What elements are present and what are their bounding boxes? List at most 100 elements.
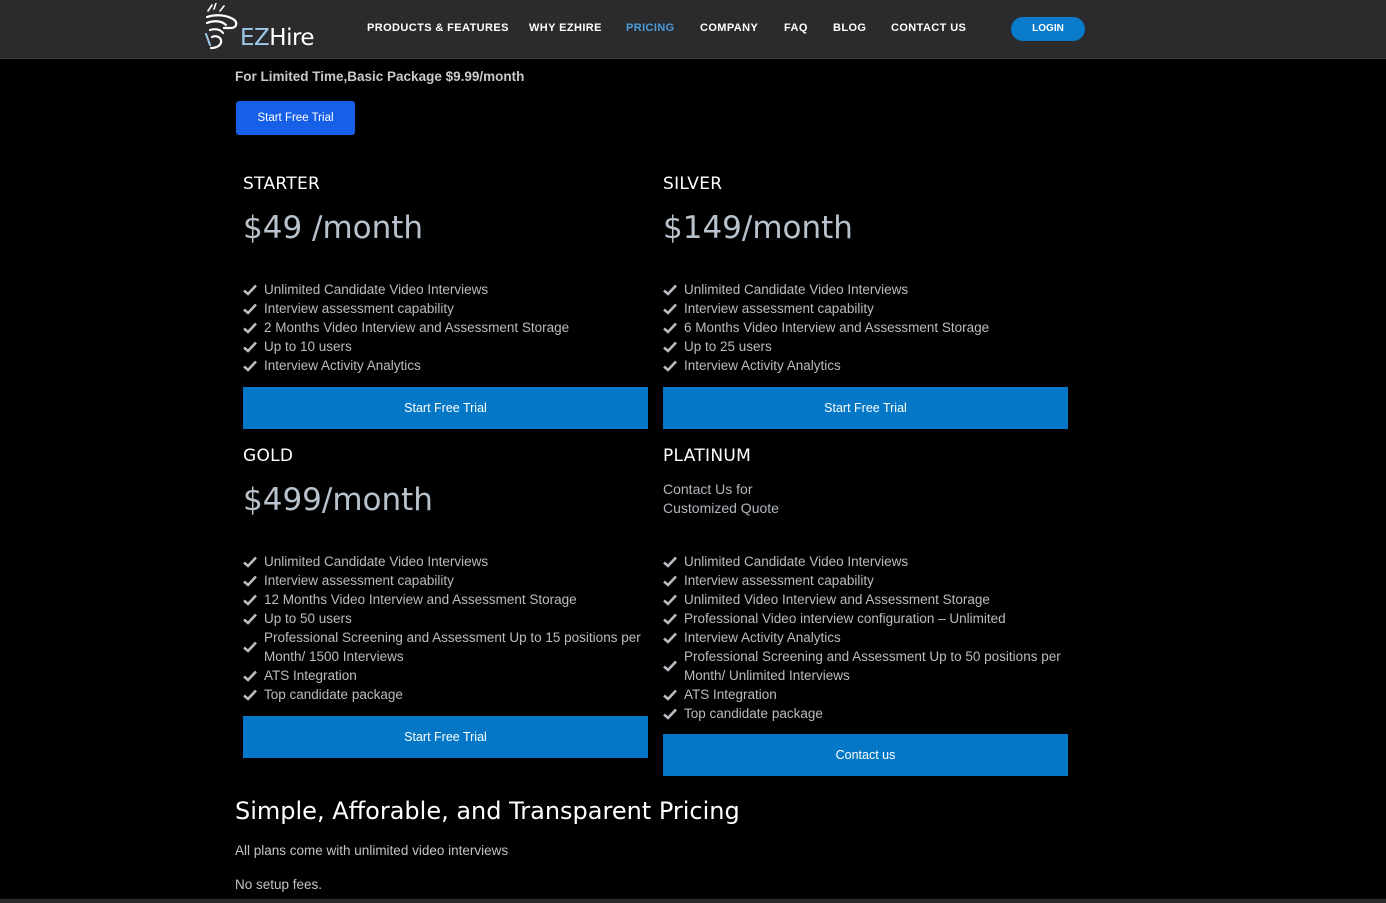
feature-item: 2 Months Video Interview and Assessment … — [243, 318, 648, 337]
nav-contact-us[interactable]: CONTACT US — [891, 22, 966, 34]
feature-item: ATS Integration — [663, 685, 1068, 704]
feature-item: 12 Months Video Interview and Assessment… — [243, 590, 648, 609]
quote-line: Customized Quote — [663, 500, 779, 516]
feature-text: Interview Activity Analytics — [264, 358, 421, 373]
nav-pricing[interactable]: PRICING — [626, 22, 675, 34]
plan-card-silver: SILVER $149/month Unlimited Candidate Vi… — [663, 174, 1068, 375]
check-icon — [243, 641, 264, 653]
promo-text: For Limited Time,Basic Package $9.99/mon… — [235, 69, 525, 84]
feature-item: Interview assessment capability — [243, 571, 648, 590]
feature-item: Top candidate package — [663, 704, 1068, 723]
feature-text: Top candidate package — [684, 706, 823, 721]
nav-company[interactable]: COMPANY — [700, 22, 758, 34]
platinum-contact-us-button[interactable]: Contact us — [663, 734, 1068, 776]
check-icon — [663, 360, 684, 372]
feature-text: Interview assessment capability — [264, 573, 454, 588]
feature-text: Up to 50 users — [264, 611, 352, 626]
check-icon — [243, 613, 264, 625]
feature-text: Interview Activity Analytics — [684, 630, 841, 645]
feature-text: Interview assessment capability — [264, 301, 454, 316]
nav-faq[interactable]: FAQ — [784, 22, 808, 34]
check-icon — [663, 322, 684, 334]
nav-products-features[interactable]: PRODUCTS & FEATURES — [367, 22, 509, 34]
feature-item: Interview assessment capability — [243, 299, 648, 318]
plan-price: $49 /month — [243, 210, 424, 246]
check-icon — [663, 341, 684, 353]
gold-start-free-trial-button[interactable]: Start Free Trial — [243, 716, 648, 758]
check-icon — [243, 670, 264, 682]
plan-price: $499/month — [243, 482, 433, 518]
feature-text: Professional Video interview configurati… — [684, 611, 1006, 626]
plan-name: SILVER — [663, 174, 723, 194]
feature-list: Unlimited Candidate Video Interviews Int… — [663, 280, 1068, 375]
feature-text: Top candidate package — [264, 687, 403, 702]
feature-text: Interview assessment capability — [684, 573, 874, 588]
check-icon — [663, 632, 684, 644]
pricing-note-no-setup: No setup fees. — [235, 877, 323, 892]
feature-item: Up to 25 users — [663, 337, 1068, 356]
silver-start-free-trial-button[interactable]: Start Free Trial — [663, 387, 1068, 429]
feature-text: ATS Integration — [684, 687, 777, 702]
feature-text: Up to 25 users — [684, 339, 772, 354]
check-icon — [663, 556, 684, 568]
feature-item: Unlimited Candidate Video Interviews — [663, 552, 1068, 571]
check-icon — [243, 575, 264, 587]
login-button[interactable]: LOGIN — [1011, 17, 1085, 41]
feature-text: 12 Months Video Interview and Assessment… — [264, 592, 577, 607]
feature-item: Professional Screening and Assessment Up… — [243, 628, 648, 666]
plan-card-platinum: PLATINUM Contact Us for Customized Quote… — [663, 446, 1068, 723]
nav-why-ezhire[interactable]: WHY EZHIRE — [529, 22, 602, 34]
plan-name: STARTER — [243, 174, 321, 194]
feature-text: Professional Screening and Assessment Up… — [264, 630, 641, 664]
starter-start-free-trial-button[interactable]: Start Free Trial — [243, 387, 648, 429]
nav-blog[interactable]: BLOG — [833, 22, 866, 34]
feature-item: Interview Activity Analytics — [243, 356, 648, 375]
check-icon — [243, 284, 264, 296]
feature-item: Unlimited Candidate Video Interviews — [243, 552, 648, 571]
promo-start-free-trial-button[interactable]: Start Free Trial — [236, 101, 355, 135]
plan-price: $149/month — [663, 210, 853, 246]
check-icon — [663, 575, 684, 587]
feature-text: 2 Months Video Interview and Assessment … — [264, 320, 570, 335]
feature-item: Interview assessment capability — [663, 299, 1068, 318]
feature-text: Unlimited Video Interview and Assessment… — [684, 592, 990, 607]
plan-name: GOLD — [243, 446, 294, 466]
check-icon — [243, 689, 264, 701]
feature-item: Up to 50 users — [243, 609, 648, 628]
quote-line: Contact Us for — [663, 481, 753, 497]
check-icon — [243, 341, 264, 353]
feature-item: Professional Screening and Assessment Up… — [663, 647, 1068, 685]
logo-wordmark: EZHire — [240, 25, 315, 51]
feature-list: Unlimited Candidate Video Interviews Int… — [243, 552, 648, 704]
plan-card-starter: STARTER $49 /month Unlimited Candidate V… — [243, 174, 648, 375]
feature-item: Unlimited Candidate Video Interviews — [243, 280, 648, 299]
page-bottom-border — [0, 899, 1386, 903]
check-icon — [663, 708, 684, 720]
feature-text: Unlimited Candidate Video Interviews — [264, 282, 489, 297]
check-icon — [663, 594, 684, 606]
feature-text: Unlimited Candidate Video Interviews — [264, 554, 489, 569]
feature-item: Unlimited Video Interview and Assessment… — [663, 590, 1068, 609]
feature-text: Up to 10 users — [264, 339, 352, 354]
check-icon — [243, 360, 264, 372]
feature-text: Unlimited Candidate Video Interviews — [684, 554, 909, 569]
feature-item: Professional Video interview configurati… — [663, 609, 1068, 628]
ezhire-logo[interactable]: EZHire — [202, 3, 322, 55]
feature-text: Interview Activity Analytics — [684, 358, 841, 373]
feature-text: Unlimited Candidate Video Interviews — [684, 282, 909, 297]
feature-list: Unlimited Candidate Video Interviews Int… — [243, 280, 648, 375]
plan-quote: Contact Us for Customized Quote — [663, 480, 1068, 536]
feature-item: ATS Integration — [243, 666, 648, 685]
check-icon — [663, 689, 684, 701]
pricing-note-unlimited: All plans come with unlimited video inte… — [235, 843, 509, 858]
plan-name: PLATINUM — [663, 446, 752, 466]
feature-item: Interview Activity Analytics — [663, 356, 1068, 375]
check-icon — [243, 594, 264, 606]
pricing-section-heading: Simple, Afforable, and Transparent Prici… — [235, 797, 740, 825]
check-icon — [243, 303, 264, 315]
check-icon — [243, 322, 264, 334]
feature-text: ATS Integration — [264, 668, 357, 683]
top-navbar: EZHire PRODUCTS & FEATURES WHY EZHIRE PR… — [0, 0, 1386, 59]
feature-text: 6 Months Video Interview and Assessment … — [684, 320, 990, 335]
check-icon — [243, 556, 264, 568]
